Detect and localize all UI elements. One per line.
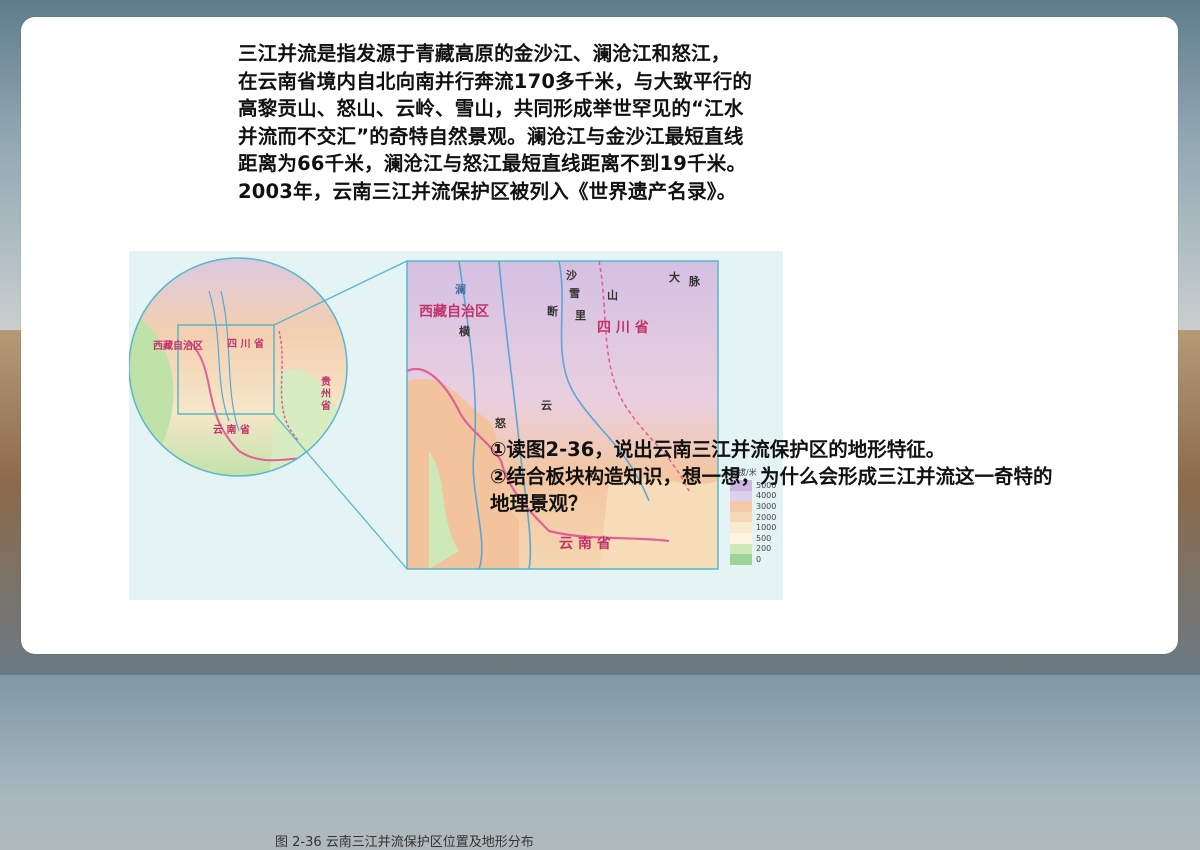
- legend-row: 0: [730, 554, 780, 565]
- question-2: ②结合板块构造知识，想一想，为什么会形成三江并流这一奇特的地理景观？: [490, 465, 1053, 515]
- legend-swatch: [730, 522, 752, 533]
- overview-circle-map: [129, 258, 347, 476]
- figure-caption: 图 2-36 云南三江并流保护区位置及地形分布: [275, 835, 534, 850]
- map-figure: 西藏自治区 四 川 省 云 南 省 贵 州 省 西藏自治区 四 川 省 云 南 …: [129, 251, 783, 850]
- intro-paragraph: 三江并流是指发源于青藏高原的金沙江、澜沧江和怒江， 在云南省境内自北向南并行奔流…: [238, 42, 753, 203]
- label-xizang: 西藏自治区: [419, 304, 489, 320]
- label-lancang: 澜: [455, 283, 466, 296]
- legend-value: 200: [756, 544, 772, 554]
- legend-value: 0: [756, 554, 762, 564]
- label-yun: 云: [541, 399, 552, 412]
- legend-value: 500: [756, 533, 772, 543]
- label-xizang-small: 西藏自治区: [153, 341, 203, 352]
- label-guizhou-small: 贵 州 省: [321, 377, 331, 412]
- label-shan: 山: [607, 289, 618, 302]
- label-yunnan-small: 云 南 省: [213, 425, 250, 436]
- label-nu: 怒: [495, 417, 506, 430]
- legend-row: 200: [730, 543, 780, 555]
- label-sichuan: 四 川 省: [597, 320, 649, 336]
- label-li: 里: [575, 309, 586, 322]
- legend-row: 1000: [730, 522, 780, 533]
- legend-swatch: [730, 554, 752, 565]
- label-duan: 断: [547, 305, 558, 318]
- legend-value: 1000: [756, 523, 777, 533]
- legend-swatch: [730, 532, 752, 544]
- legend-row: 500: [730, 532, 780, 544]
- question-1: ①读图2-36，说出云南三江并流保护区的地形特征。: [490, 438, 946, 461]
- label-mai: 脉: [689, 275, 700, 288]
- label-sichuan-small: 四 川 省: [227, 339, 264, 350]
- label-xue: 雪: [569, 287, 580, 300]
- label-sha: 沙: [566, 269, 577, 282]
- legend-swatch: [730, 543, 752, 555]
- questions-block: ①读图2-36，说出云南三江并流保护区的地形特征。 ②结合板块构造知识，想一想，…: [490, 436, 1070, 517]
- label-yunnan: 云 南 省: [559, 536, 611, 552]
- label-heng: 横: [459, 325, 470, 338]
- label-da: 大: [669, 271, 680, 284]
